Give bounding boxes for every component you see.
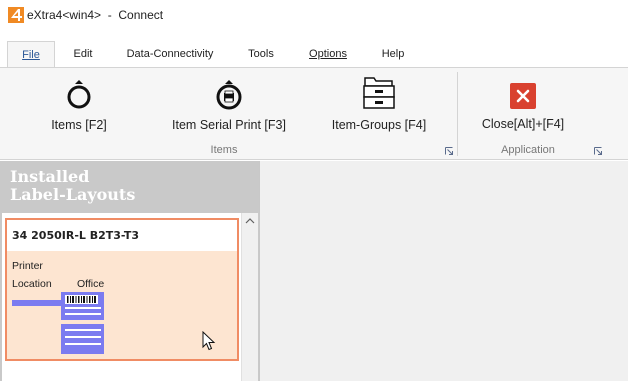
window-title: eXtra4<win4> - Connect (27, 8, 164, 22)
title-bar: eXtra4<win4> - Connect (0, 0, 628, 32)
scroll-up-icon[interactable] (245, 218, 255, 224)
tab-file-label: File (22, 49, 40, 61)
tab-help[interactable]: Help (372, 41, 414, 68)
tab-help-label: Help (381, 48, 405, 60)
app-logo-icon (8, 7, 24, 23)
label-printer-icon (12, 292, 104, 354)
printer-ring-icon (216, 80, 242, 110)
tab-options-label: Options (309, 48, 347, 60)
dialog-launcher-icon[interactable] (445, 147, 453, 155)
panel-title: Installed Label-Layouts (10, 168, 135, 204)
panel-title-line1: Installed (10, 167, 90, 186)
tab-file[interactable]: File (7, 41, 55, 68)
label-layout-card[interactable]: 34 2050IR-L B2T3-T3 Printer Location Off… (5, 218, 239, 361)
label-layout-list[interactable]: 34 2050IR-L B2T3-T3 Printer Location Off… (2, 213, 258, 381)
group-label-items: Items (210, 144, 238, 156)
ribbon-group-separator (457, 72, 458, 156)
panel-title-line2: Label-Layouts (10, 185, 136, 204)
ring-icon (67, 80, 91, 109)
items-button[interactable]: Items [F2] (30, 68, 128, 138)
item-groups-button-label: Item-Groups [F4] (331, 118, 427, 132)
tab-options[interactable]: Options (300, 41, 356, 68)
close-button-label: Close[Alt]+[F4] (481, 117, 565, 131)
tab-tools[interactable]: Tools (238, 41, 284, 68)
item-groups-button[interactable]: Item-Groups [F4] (318, 68, 440, 138)
label-layout-name: 34 2050IR-L B2T3-T3 (7, 220, 237, 251)
items-button-label: Items [F2] (51, 118, 107, 132)
tab-tools-label: Tools (248, 48, 274, 60)
close-icon (510, 83, 536, 109)
ribbon: Items [F2] Item Serial Print [F3] Item-G… (0, 67, 628, 160)
mouse-cursor-icon (202, 331, 216, 351)
item-serial-print-button-label: Item Serial Print [F3] (172, 118, 286, 132)
item-serial-print-button[interactable]: Item Serial Print [F3] (160, 68, 298, 138)
content-area (259, 161, 628, 381)
dialog-launcher-icon[interactable] (594, 147, 602, 155)
tab-data-connectivity[interactable]: Data-Connectivity (118, 41, 222, 68)
close-button[interactable]: Close[Alt]+[F4] (470, 68, 576, 138)
tab-data-connectivity-label: Data-Connectivity (126, 48, 214, 60)
scrollbar[interactable] (241, 213, 258, 381)
printer-label: Printer (12, 260, 43, 272)
tab-edit[interactable]: Edit (62, 41, 104, 68)
group-label-application: Application (501, 144, 555, 156)
folder-cabinet-icon (363, 77, 395, 109)
menu-bar: File Edit Data-Connectivity Tools Option… (0, 32, 628, 68)
tab-edit-label: Edit (73, 48, 93, 60)
label-layouts-panel: Installed Label-Layouts 34 2050IR-L B2T3… (0, 161, 259, 381)
